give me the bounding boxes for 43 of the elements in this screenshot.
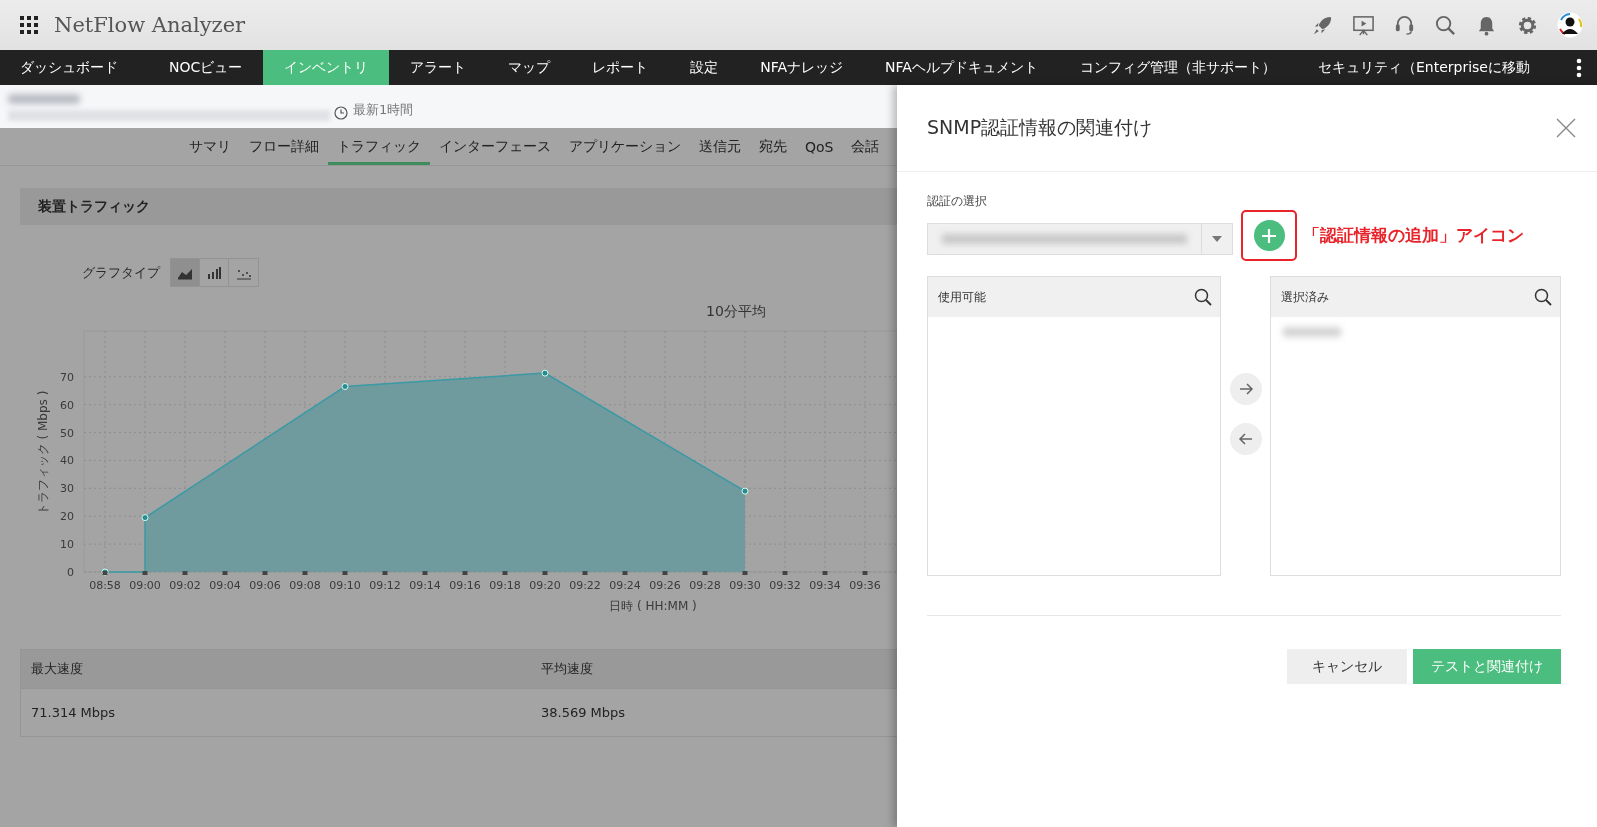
panel-title: SNMP認証情報の関連付け: [927, 115, 1154, 140]
section-title: 装置トラフィック: [38, 197, 150, 216]
x-tick-label: 09:10: [329, 579, 361, 592]
y-tick-label: 60: [60, 398, 74, 412]
x-tick-label: 09:26: [649, 579, 681, 592]
x-tick-label: 09:16: [449, 579, 481, 592]
x-tick-label: 08:58: [89, 579, 121, 592]
x-tick-label: 09:02: [169, 579, 201, 592]
x-tick-label: 09:08: [289, 579, 321, 592]
x-tick-label: 09:18: [489, 579, 521, 592]
x-tick-label: 09:24: [609, 579, 641, 592]
x-tick-label: 09:32: [769, 579, 801, 592]
x-tick-label: 09:20: [529, 579, 561, 592]
annotation-text: 「認証情報の追加」アイコン: [1303, 224, 1524, 247]
column-header: 最大速度: [30, 660, 84, 678]
y-axis-label: トラフィック ( Mbps ): [36, 390, 50, 516]
x-axis-label: 日時 ( HH:MM ): [609, 599, 697, 613]
list-title: 使用可能: [938, 288, 987, 306]
y-tick-label: 70: [60, 370, 74, 384]
y-tick-label: 10: [60, 538, 74, 552]
table-cell-text: 38.569 Mbps: [540, 704, 626, 722]
y-tick-label: 50: [60, 426, 74, 440]
y-tick-label: 20: [60, 510, 74, 524]
y-tick-label: 30: [60, 482, 74, 496]
list-title: 選択済み: [1281, 288, 1330, 306]
table-cell-text: 71.314 Mbps: [30, 704, 117, 722]
column-header: 平均速度: [540, 660, 593, 678]
x-tick-label: 09:00: [129, 579, 161, 592]
x-tick-label: 09:04: [209, 579, 241, 592]
graph-type-label: グラフタイプ: [82, 263, 160, 282]
field-label: 認証の選択: [927, 193, 988, 210]
y-tick-label: 40: [60, 454, 74, 468]
x-tick-label: 09:28: [689, 579, 721, 592]
x-tick-label: 09:34: [809, 579, 841, 592]
x-tick-label: 09:30: [729, 579, 761, 592]
y-tick-label: 0: [67, 566, 74, 579]
app-title: NetFlow Analyzer: [54, 13, 246, 37]
x-tick-label: 09:14: [409, 579, 441, 592]
x-tick-label: 09:22: [569, 579, 601, 592]
x-tick-label: 09:12: [369, 579, 401, 592]
x-tick-label: 09:06: [249, 579, 281, 592]
x-tick-label: 09:36: [849, 579, 881, 592]
chart-title: 10分平均: [706, 303, 767, 321]
